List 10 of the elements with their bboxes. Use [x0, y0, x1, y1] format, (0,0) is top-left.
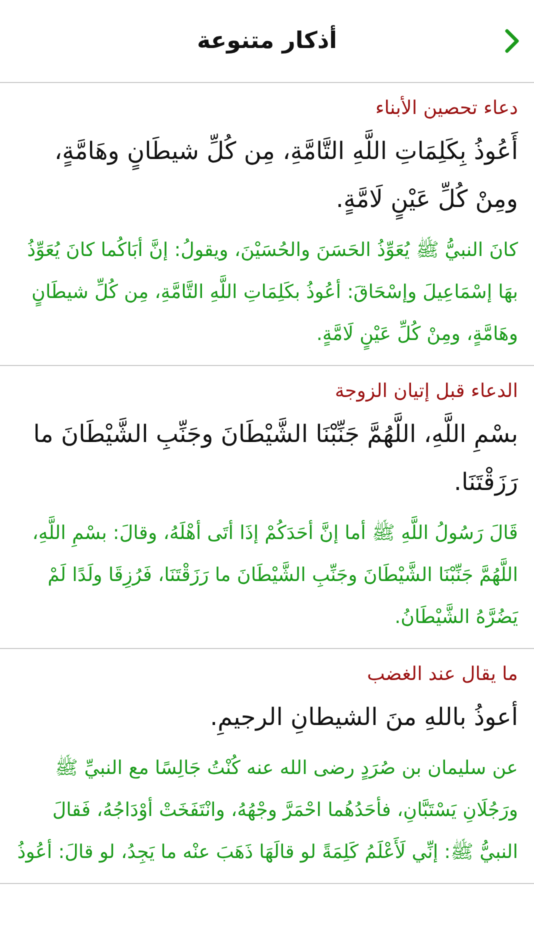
dua-text: أعوذُ باللهِ منَ الشيطانِ الرجيمِ. — [16, 693, 518, 741]
section-title: دعاء تحصين الأبناء — [374, 97, 518, 119]
dua-text: أَعُوذُ بِكَلِمَاتِ اللَّهِ التَّامَّةِ، مِن كُلِّ شيطَانٍ وهَامَّةٍ، ومِنْ كُلِّ عَيْنٍ لَامَّةٍ. — [16, 127, 518, 223]
hadith-text: قَالَ رَسُولُ اللَّهِ ﷺ أما إنَّ أحَدَكُمْ إذَا أتَى أهْلَهُ، وقالَ: بسْمِ اللَّهِ، اللَّهُمَّ جَنِّبْنَا الشَّيْطَانَ وجَنِّبِ الشَّيْطَانَ ما رَزَقْتَنَا، فَرُزِقَا ولَدًا لَمْ يَضُرَّهُ الشَّيْطَانُ. — [16, 512, 518, 638]
hadith-text: كانَ النبيُّ ﷺ يُعَوِّذُ الحَسَنَ والحُسَيْنَ، ويقولُ: إنَّ أبَاكُما كانَ يُعَوِّذُ بهَا إسْمَاعِيلَ وإسْحَاقَ: أعُوذُ بكَلِمَاتِ اللَّهِ التَّامَّةِ، مِن كُلِّ شيطَانٍ وهَامَّةٍ، ومِنْ كُلِّ عَيْنٍ لَامَّةٍ. — [16, 229, 518, 355]
back-chevron-icon[interactable] — [504, 28, 520, 54]
section-title: ما يقال عند الغضب — [366, 663, 518, 685]
hadith-text: عن سليمان بن صُرَدٍ رضى الله عنه كُنْتُ جَالِسًا مع النبيِّ ﷺ ورَجُلَانِ يَسْتَبَّانِ، فأحَدُهُما احْمَرَّ وجْهُهُ، وانْتَفَخَتْ أوْدَاجُهُ، فَقالَ النبيُّ ﷺ: إنِّي لَأَعْلَمُ كَلِمَةً لو قالَهَا ذَهَبَ عنْه ما يَجِدُ، لو قالَ: أعُوذُ — [16, 747, 518, 873]
dua-text: بسْمِ اللَّهِ، اللَّهُمَّ جَنِّبْنَا الشَّيْطَانَ وجَنِّبِ الشَّيْطَانَ ما رَزَقْتَنَا. — [16, 410, 518, 506]
section-title: الدعاء قبل إتيان الزوجة — [334, 380, 518, 402]
